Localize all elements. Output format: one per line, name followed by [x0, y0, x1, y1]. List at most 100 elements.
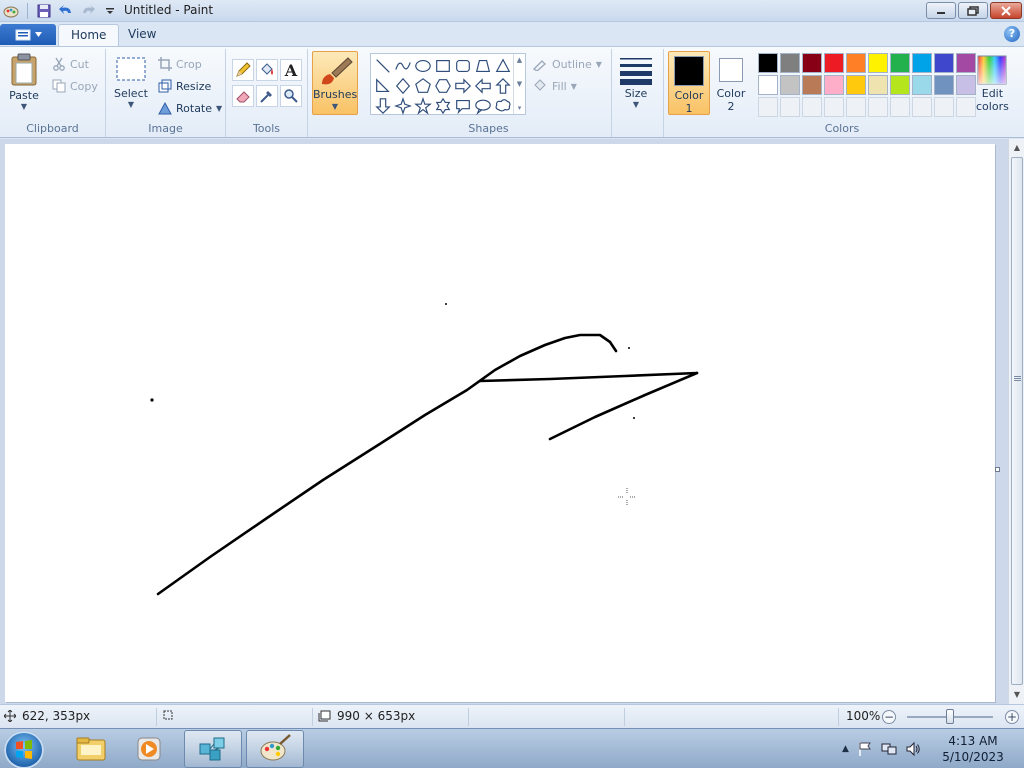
paste-dropdown-icon[interactable]: ▼: [21, 102, 27, 111]
palette-color-7[interactable]: [890, 53, 910, 73]
zoom-in-icon[interactable]: +: [1005, 710, 1019, 724]
palette-color-14[interactable]: [824, 75, 844, 95]
palette-custom-slot-9[interactable]: [934, 97, 954, 117]
palette-color-6[interactable]: [868, 53, 888, 73]
up-arrow-shape-icon[interactable]: [493, 76, 513, 96]
tab-home[interactable]: Home: [58, 24, 120, 46]
shapes-scroll-down-icon[interactable]: ▼: [517, 80, 522, 88]
action-center-flag-icon[interactable]: [857, 741, 873, 757]
volume-icon[interactable]: [905, 741, 921, 757]
rounded-rectangle-shape-icon[interactable]: [453, 56, 473, 76]
four-point-star-shape-icon[interactable]: [393, 96, 413, 116]
crop-button[interactable]: Crop: [158, 55, 202, 73]
undo-icon[interactable]: [57, 2, 75, 20]
diamond-shape-icon[interactable]: [393, 76, 413, 96]
color1-button[interactable]: Color 1: [668, 51, 710, 115]
scroll-thumb[interactable]: [1011, 157, 1023, 685]
rotate-dropdown-icon[interactable]: ▼: [216, 104, 222, 113]
cut-button[interactable]: Cut: [52, 55, 89, 73]
edit-colors-button[interactable]: Edit colors: [976, 55, 1009, 113]
palette-custom-slot-4[interactable]: [824, 97, 844, 117]
scroll-down-icon[interactable]: ▼: [1011, 688, 1023, 702]
palette-color-15[interactable]: [846, 75, 866, 95]
customize-qat-icon[interactable]: [101, 2, 119, 20]
palette-color-20[interactable]: [956, 75, 976, 95]
line-shape-icon[interactable]: [373, 56, 393, 76]
cloud-callout-shape-icon[interactable]: [493, 96, 513, 116]
hexagon-shape-icon[interactable]: [433, 76, 453, 96]
palette-color-11[interactable]: [758, 75, 778, 95]
canvas-resize-handle-right[interactable]: [995, 467, 1000, 472]
palette-color-10[interactable]: [956, 53, 976, 73]
palette-color-4[interactable]: [824, 53, 844, 73]
palette-color-3[interactable]: [802, 53, 822, 73]
copy-button[interactable]: Copy: [52, 77, 98, 95]
select-dropdown-icon[interactable]: ▼: [128, 100, 134, 109]
palette-custom-slot-2[interactable]: [780, 97, 800, 117]
text-icon[interactable]: A: [280, 59, 302, 81]
zoom-out-icon[interactable]: −: [882, 710, 896, 724]
palette-custom-slot-5[interactable]: [846, 97, 866, 117]
size-dropdown-icon[interactable]: ▼: [633, 100, 639, 109]
media-player-taskbar-button[interactable]: [120, 730, 178, 768]
palette-custom-slot-3[interactable]: [802, 97, 822, 117]
palette-custom-slot-1[interactable]: [758, 97, 778, 117]
palette-color-18[interactable]: [912, 75, 932, 95]
show-hidden-icons-icon[interactable]: ▲: [842, 744, 849, 754]
fill-button[interactable]: Fill ▼: [532, 77, 577, 95]
rectangle-shape-icon[interactable]: [433, 56, 453, 76]
vertical-scrollbar[interactable]: ▲ ▼: [1008, 139, 1024, 704]
scroll-up-icon[interactable]: ▲: [1011, 141, 1023, 155]
palette-color-2[interactable]: [780, 53, 800, 73]
redo-icon[interactable]: [79, 2, 97, 20]
palette-color-9[interactable]: [934, 53, 954, 73]
palette-color-17[interactable]: [890, 75, 910, 95]
network-app-taskbar-button[interactable]: [184, 730, 242, 768]
outline-button[interactable]: Outline ▼: [532, 55, 602, 73]
triangle-shape-icon[interactable]: [493, 56, 513, 76]
restore-button[interactable]: [958, 2, 988, 19]
resize-button[interactable]: Resize: [158, 77, 211, 95]
oval-callout-shape-icon[interactable]: [473, 96, 493, 116]
shapes-expand-icon[interactable]: ▾: [518, 104, 522, 112]
brushes-dropdown-icon[interactable]: ▼: [313, 102, 357, 111]
start-button[interactable]: [4, 731, 44, 768]
palette-custom-slot-10[interactable]: [956, 97, 976, 117]
fill-bucket-icon[interactable]: [256, 59, 278, 81]
rotate-button[interactable]: Rotate ▼: [158, 99, 222, 117]
curve-shape-icon[interactable]: [393, 56, 413, 76]
palette-color-13[interactable]: [802, 75, 822, 95]
six-point-star-shape-icon[interactable]: [433, 96, 453, 116]
five-point-star-shape-icon[interactable]: [413, 96, 433, 116]
palette-custom-slot-6[interactable]: [868, 97, 888, 117]
right-triangle-shape-icon[interactable]: [373, 76, 393, 96]
tab-view[interactable]: View: [116, 24, 168, 46]
paint-menu-button[interactable]: [0, 24, 56, 45]
pentagon-shape-icon[interactable]: [413, 76, 433, 96]
network-icon[interactable]: [881, 741, 897, 757]
size-button[interactable]: Size ▼: [619, 55, 653, 109]
help-icon[interactable]: ?: [1004, 26, 1020, 42]
palette-color-16[interactable]: [868, 75, 888, 95]
pencil-icon[interactable]: [232, 59, 254, 81]
down-arrow-shape-icon[interactable]: [373, 96, 393, 116]
palette-color-5[interactable]: [846, 53, 866, 73]
right-arrow-shape-icon[interactable]: [453, 76, 473, 96]
polygon-shape-icon[interactable]: [473, 56, 493, 76]
clock[interactable]: 4:13 AM 5/10/2023: [930, 733, 1016, 765]
palette-color-8[interactable]: [912, 53, 932, 73]
drawing-canvas[interactable]: [5, 144, 995, 702]
brushes-button[interactable]: Brushes ▼: [312, 51, 358, 115]
palette-color-19[interactable]: [934, 75, 954, 95]
zoom-slider-thumb[interactable]: [946, 709, 954, 724]
shapes-scroll-up-icon[interactable]: ▲: [517, 56, 522, 64]
palette-color-1[interactable]: [758, 53, 778, 73]
select-button[interactable]: Select ▼: [114, 55, 148, 109]
eraser-icon[interactable]: [232, 85, 254, 107]
color2-button[interactable]: Color 2: [710, 51, 752, 115]
palette-custom-slot-8[interactable]: [912, 97, 932, 117]
paint-app-icon[interactable]: [2, 2, 20, 20]
magnifier-icon[interactable]: [280, 85, 302, 107]
close-button[interactable]: [990, 2, 1022, 19]
save-icon[interactable]: [35, 2, 53, 20]
